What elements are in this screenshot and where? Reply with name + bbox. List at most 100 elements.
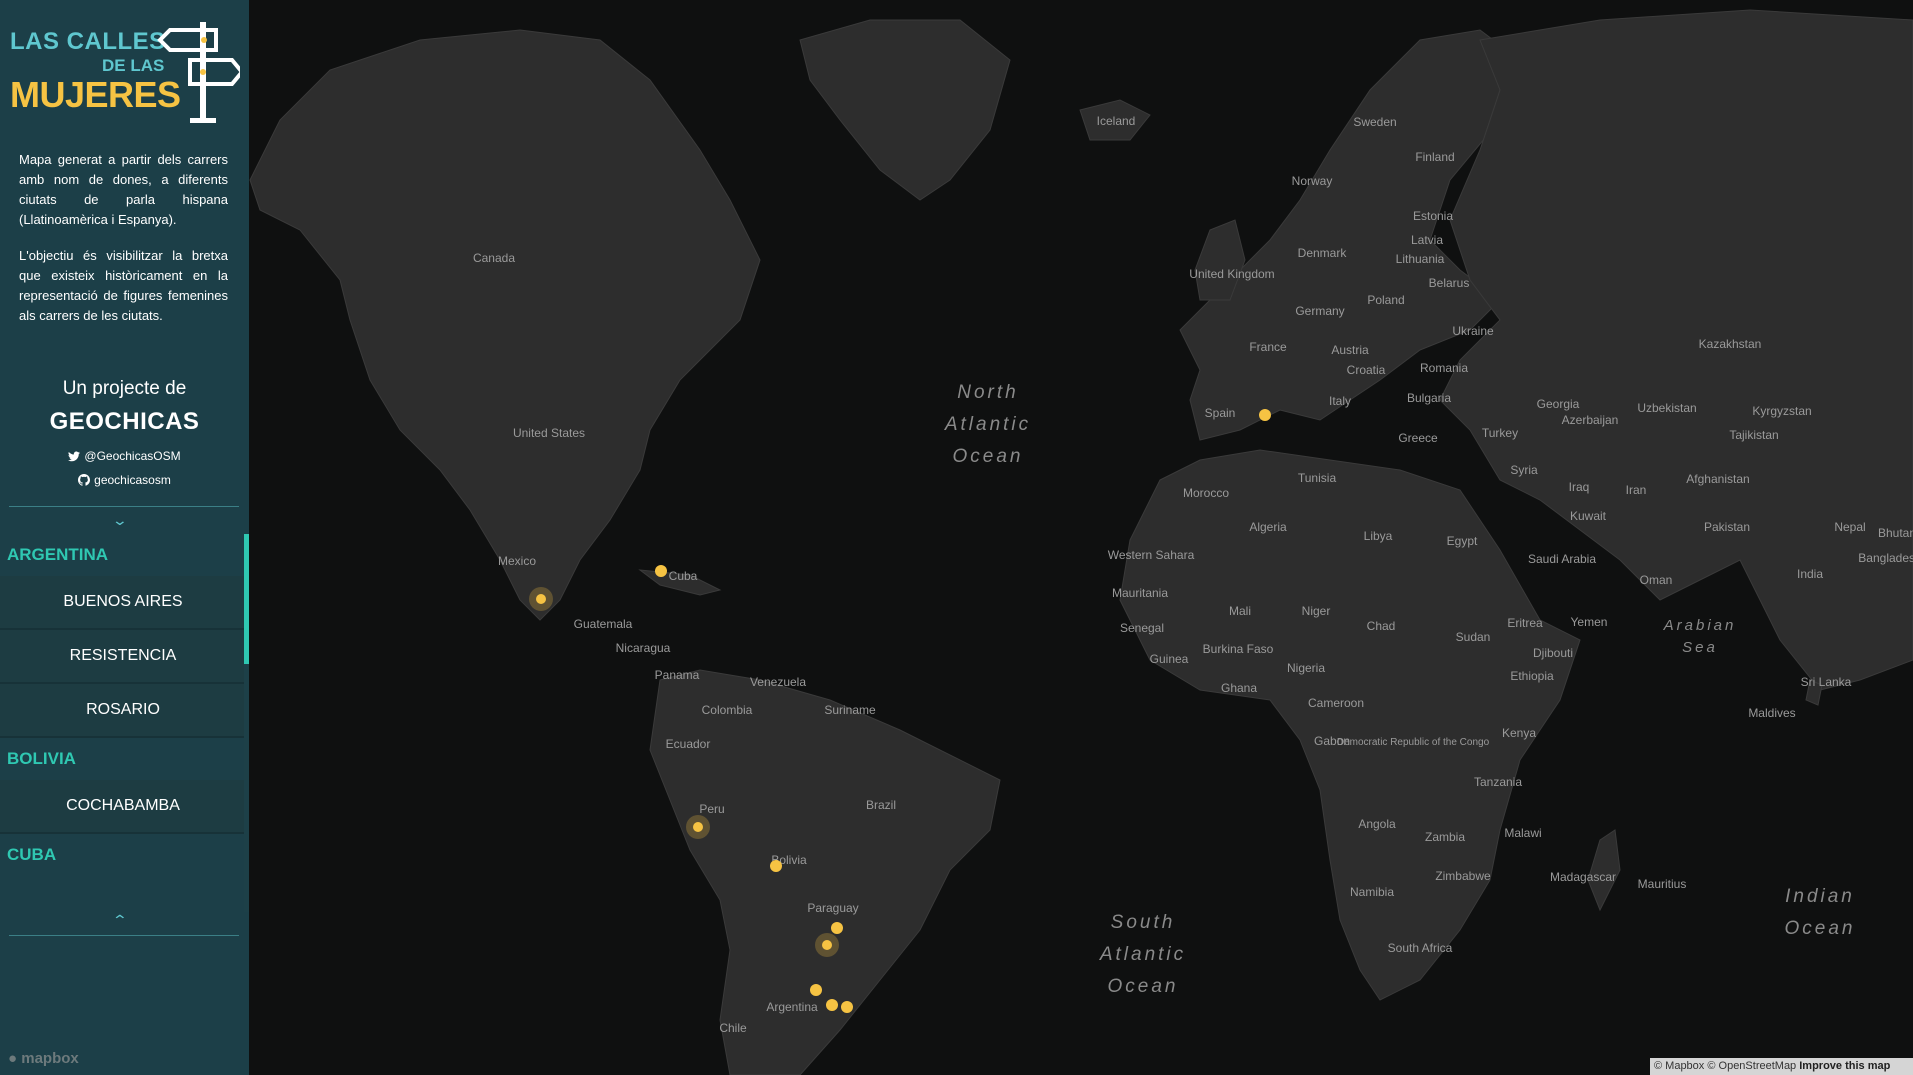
- country-label: Germany: [1295, 304, 1344, 318]
- country-label: Niger: [1302, 604, 1331, 618]
- signpost-icon: [157, 22, 240, 123]
- ocean-label-north-atlantic-2: Atlantic: [944, 414, 1031, 435]
- intro-text: Mapa generat a partir dels carrers amb n…: [19, 150, 228, 342]
- country-heading: BOLIVIA: [0, 738, 246, 780]
- scrollbar-thumb[interactable]: [244, 534, 249, 664]
- country-label: Nigeria: [1287, 661, 1325, 675]
- city-marker[interactable]: [826, 999, 838, 1011]
- city-item[interactable]: RESISTENCIA: [0, 630, 246, 684]
- attribution-osm[interactable]: © OpenStreetMap: [1707, 1060, 1796, 1072]
- city-item[interactable]: ROSARIO: [0, 684, 246, 738]
- country-label: Algeria: [1249, 520, 1287, 534]
- attribution-improve[interactable]: Improve this map: [1799, 1060, 1890, 1072]
- city-marker[interactable]: [831, 922, 843, 934]
- country-label: United States: [513, 426, 585, 440]
- city-marker[interactable]: [529, 587, 553, 611]
- country-label: Namibia: [1350, 885, 1394, 899]
- twitter-link[interactable]: @GeochicasOSM: [0, 449, 249, 465]
- city-list-scrollbar[interactable]: [244, 534, 249, 912]
- country-label: Eritrea: [1507, 616, 1543, 630]
- country-label: Poland: [1367, 293, 1404, 307]
- twitter-handle: @GeochicasOSM: [84, 449, 181, 463]
- country-label: Venezuela: [750, 675, 806, 689]
- city-marker[interactable]: [841, 1001, 853, 1013]
- country-label: Iraq: [1569, 480, 1590, 494]
- world-map[interactable]: North Atlantic Ocean South Atlantic Ocea…: [0, 0, 1913, 1075]
- country-label: Sudan: [1456, 630, 1491, 644]
- ocean-label-indian-1: Indian: [1785, 886, 1855, 907]
- city-marker[interactable]: [815, 933, 839, 957]
- ocean-label-north-atlantic-1: North: [957, 382, 1018, 403]
- city-marker[interactable]: [655, 565, 667, 577]
- github-link[interactable]: geochicasosm: [0, 473, 249, 489]
- country-label: Canada: [473, 251, 515, 265]
- country-label: Suriname: [824, 703, 876, 717]
- country-label: Italy: [1329, 394, 1351, 408]
- github-handle: geochicasosm: [94, 473, 171, 487]
- country-label: Brazil: [866, 798, 896, 812]
- city-item[interactable]: COCHABAMBA: [0, 780, 246, 834]
- ocean-label-arabian-1: Arabian: [1663, 617, 1737, 634]
- city-item[interactable]: BUENOS AIRES: [0, 576, 246, 630]
- country-label: Western Sahara: [1108, 548, 1195, 562]
- city-marker[interactable]: [1259, 409, 1271, 421]
- country-label: Uzbekistan: [1637, 401, 1696, 415]
- ocean-label-north-atlantic-3: Ocean: [953, 446, 1024, 467]
- country-label: India: [1797, 567, 1823, 581]
- chevron-down-icon[interactable]: ⌄: [112, 512, 128, 529]
- country-label: Syria: [1510, 463, 1538, 477]
- country-label: Paraguay: [807, 901, 858, 915]
- intro-paragraph-1: Mapa generat a partir dels carrers amb n…: [19, 152, 228, 227]
- country-label: Peru: [699, 802, 724, 816]
- country-label: Mauritius: [1638, 877, 1687, 891]
- chevron-up-icon[interactable]: ⌃: [112, 912, 128, 929]
- country-label: Madagascar: [1550, 870, 1616, 884]
- country-label: Spain: [1205, 406, 1236, 420]
- country-label: Romania: [1420, 361, 1468, 375]
- divider-top: [9, 506, 239, 507]
- country-label: Azerbaijan: [1562, 413, 1619, 427]
- ocean-label-arabian-2: Sea: [1682, 639, 1718, 656]
- github-icon: [78, 474, 91, 489]
- country-label: Djibouti: [1533, 646, 1573, 660]
- twitter-icon: [68, 451, 81, 465]
- country-label: Saudi Arabia: [1528, 552, 1596, 566]
- country-label: Austria: [1331, 343, 1369, 357]
- country-label: Croatia: [1347, 363, 1386, 377]
- country-label: Kazakhstan: [1699, 337, 1762, 351]
- mapbox-icon: ●: [8, 1050, 18, 1067]
- project-label: Un projecte de: [62, 378, 187, 399]
- geochicas-logo[interactable]: GEOCHICAS: [0, 408, 249, 436]
- ocean-label-south-atlantic-1: South: [1111, 912, 1176, 933]
- country-label: Cameroon: [1308, 696, 1364, 710]
- divider-bottom: [9, 935, 239, 936]
- mapbox-logo-text: mapbox: [21, 1050, 79, 1067]
- city-marker[interactable]: [770, 860, 782, 872]
- country-label: Iceland: [1097, 114, 1136, 128]
- country-label: Guatemala: [574, 617, 633, 631]
- country-label: Ukraine: [1452, 324, 1494, 338]
- country-label: Georgia: [1537, 397, 1580, 411]
- country-label: Cuba: [669, 569, 698, 583]
- country-label: Estonia: [1413, 209, 1453, 223]
- country-label: Kuwait: [1570, 509, 1607, 523]
- country-label: Ecuador: [666, 737, 711, 751]
- city-marker[interactable]: [810, 984, 822, 996]
- country-label: Democratic Republic of the Congo: [1337, 737, 1490, 748]
- country-label: Bhutan: [1878, 526, 1913, 540]
- logo-line-1: LAS CALLES: [10, 28, 166, 55]
- mapbox-logo[interactable]: ● mapbox: [8, 1050, 79, 1067]
- country-label: Oman: [1640, 573, 1673, 587]
- city-list[interactable]: ARGENTINA BUENOS AIRES RESISTENCIA ROSARIO B…: [0, 534, 246, 912]
- country-label: South Africa: [1388, 941, 1453, 955]
- country-label: Sri Lanka: [1801, 675, 1852, 689]
- country-label: Argentina: [766, 1000, 818, 1014]
- country-label: Guinea: [1150, 652, 1189, 666]
- project-logo: LAS CALLES DE LAS MUJERES: [10, 14, 240, 124]
- country-label: Zambia: [1425, 830, 1465, 844]
- country-label: Malawi: [1504, 826, 1541, 840]
- country-heading: CUBA: [0, 834, 246, 876]
- city-marker[interactable]: [686, 815, 710, 839]
- attribution-mapbox[interactable]: © Mapbox: [1654, 1060, 1704, 1072]
- country-label: Norway: [1292, 174, 1333, 188]
